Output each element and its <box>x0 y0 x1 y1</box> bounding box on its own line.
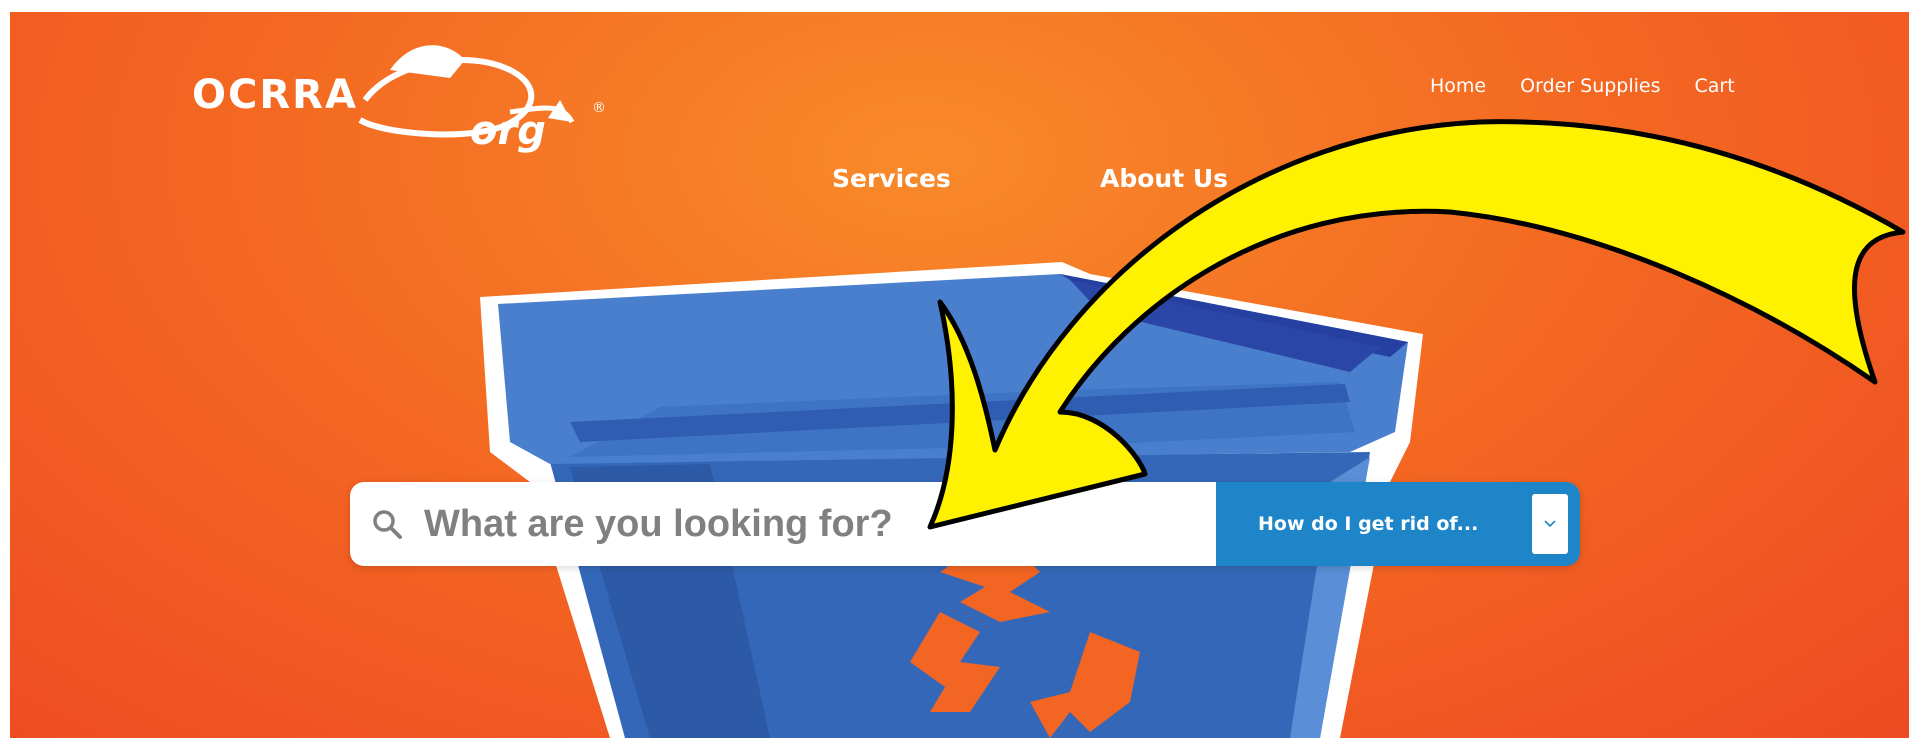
logo-org-text: org <box>470 108 546 154</box>
logo-brand-text: OCRRA <box>192 72 358 118</box>
nav-services[interactable]: Services <box>832 164 951 193</box>
nav-order-supplies[interactable]: Order Supplies <box>1520 75 1660 97</box>
ocrra-logo[interactable]: OCRRA org ® <box>180 30 620 160</box>
hero-banner: OCRRA org ® Home Order Supplies Cart Ser… <box>10 12 1913 738</box>
how-do-i-dropdown[interactable]: How do I get rid of... <box>1216 482 1580 566</box>
search-input[interactable] <box>422 501 1206 547</box>
search-bar: How do I get rid of... <box>350 482 1580 566</box>
dropdown-label: How do I get rid of... <box>1258 513 1479 535</box>
registered-mark: ® <box>592 100 606 116</box>
search-icon <box>373 510 402 539</box>
search-field-wrapper[interactable] <box>350 482 1216 566</box>
nav-about-us[interactable]: About Us <box>1100 164 1228 193</box>
nav-cart[interactable]: Cart <box>1695 75 1735 97</box>
dropdown-toggle-button[interactable] <box>1532 494 1568 554</box>
top-nav: Home Order Supplies Cart <box>1430 75 1735 97</box>
chevron-down-icon <box>1544 520 1556 528</box>
page-edge <box>1909 0 1923 738</box>
nav-home[interactable]: Home <box>1430 75 1486 97</box>
